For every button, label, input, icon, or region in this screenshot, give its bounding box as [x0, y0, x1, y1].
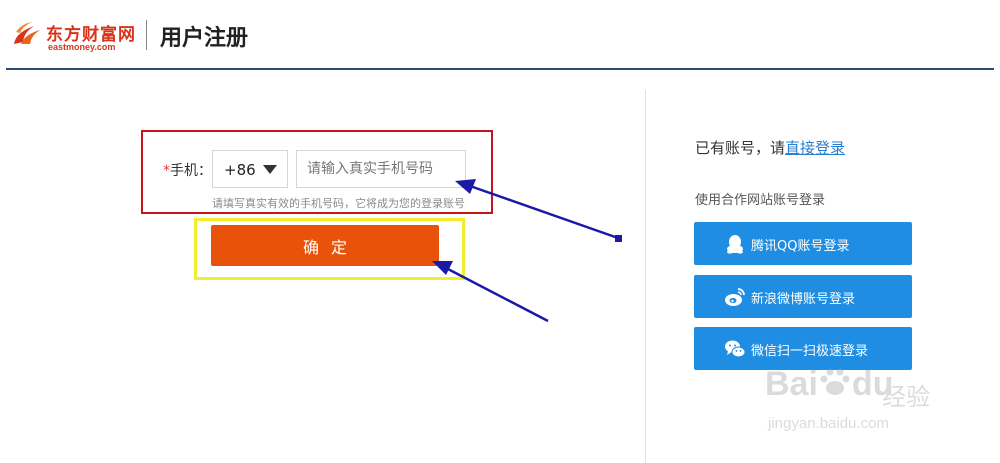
paw-icon [820, 368, 850, 395]
required-star: * [163, 163, 170, 179]
baidu-jingyan-watermark: Bai du 经验 jingyan.baidu.com [760, 355, 960, 445]
country-code-value: +86 [224, 161, 256, 179]
vertical-divider [645, 90, 646, 463]
header-divider [146, 20, 147, 50]
qq-login-button[interactable]: 腾讯QQ账号登录 [694, 222, 912, 265]
partner-login-text: 使用合作网站账号登录 [695, 193, 826, 208]
phone-label-text: 手机： [170, 163, 212, 179]
phone-input[interactable] [296, 150, 466, 188]
qq-icon [727, 235, 743, 254]
has-account-prefix: 已有账号，请 [695, 139, 786, 157]
has-account-text: 已有账号，请直接登录 [695, 137, 845, 158]
watermark-url: jingyan.baidu.com [768, 415, 889, 432]
watermark-brand: Bai du [765, 365, 894, 403]
direct-login-link[interactable]: 直接登录 [785, 139, 845, 157]
qq-login-label: 腾讯QQ账号登录 [751, 239, 850, 254]
watermark-cn: 经验 [882, 383, 930, 411]
page-title: 用户注册 [160, 26, 249, 51]
registration-page: 东方财富网 eastmoney.com 用户注册 *手机： +86 请填写真实有… [0, 0, 1000, 463]
dropdown-arrow-icon [263, 165, 277, 174]
weibo-icon [725, 288, 745, 306]
header-separator-line [6, 68, 994, 70]
phone-label: *手机： [163, 160, 212, 180]
wechat-icon [725, 340, 746, 358]
flame-logo-icon [14, 22, 40, 44]
confirm-button[interactable]: 确定 [211, 225, 439, 266]
phone-hint: 请填写真实有效的手机号码，它将成为您的登录账号 [212, 197, 465, 210]
weibo-login-button[interactable]: 新浪微博账号登录 [694, 275, 912, 318]
country-code-select[interactable]: +86 [212, 150, 288, 188]
eastmoney-logo[interactable]: 东方财富网 eastmoney.com [12, 18, 137, 54]
logo-text-en: eastmoney.com [48, 42, 116, 52]
weibo-login-label: 新浪微博账号登录 [751, 292, 856, 307]
